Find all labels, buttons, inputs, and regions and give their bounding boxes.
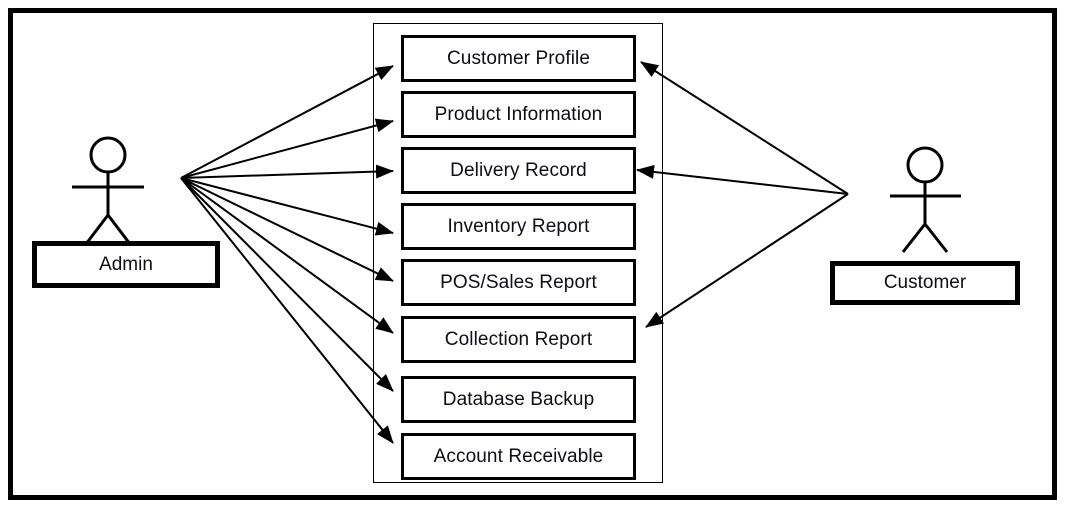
use-case-diagram-canvas: Customer Profile Product Information Del… — [0, 0, 1066, 510]
use-case-label: Product Information — [434, 103, 603, 125]
use-case-pos-sales-report[interactable]: POS/Sales Report — [401, 259, 636, 306]
actor-label: Admin — [99, 253, 153, 275]
use-case-inventory-report[interactable]: Inventory Report — [401, 203, 636, 250]
use-case-account-receivable[interactable]: Account Receivable — [401, 433, 636, 480]
actor-label-box-customer[interactable]: Customer — [830, 261, 1020, 305]
use-case-delivery-record[interactable]: Delivery Record — [401, 147, 636, 194]
use-case-label: Delivery Record — [450, 159, 587, 181]
actor-label: Customer — [883, 272, 967, 293]
use-case-label: POS/Sales Report — [440, 271, 597, 293]
use-case-product-information[interactable]: Product Information — [401, 91, 636, 138]
use-case-customer-profile[interactable]: Customer Profile — [401, 35, 636, 82]
use-case-collection-report[interactable]: Collection Report — [401, 316, 636, 363]
actor-label-box-admin[interactable]: Admin — [32, 241, 220, 288]
use-case-label: Database Backup — [442, 388, 595, 410]
use-case-database-backup[interactable]: Database Backup — [401, 376, 636, 423]
use-case-label: Account Receivable — [433, 445, 604, 467]
use-case-label: Inventory Report — [447, 215, 590, 237]
use-case-label: Customer Profile — [446, 47, 591, 69]
use-case-label: Collection Report — [444, 328, 593, 350]
